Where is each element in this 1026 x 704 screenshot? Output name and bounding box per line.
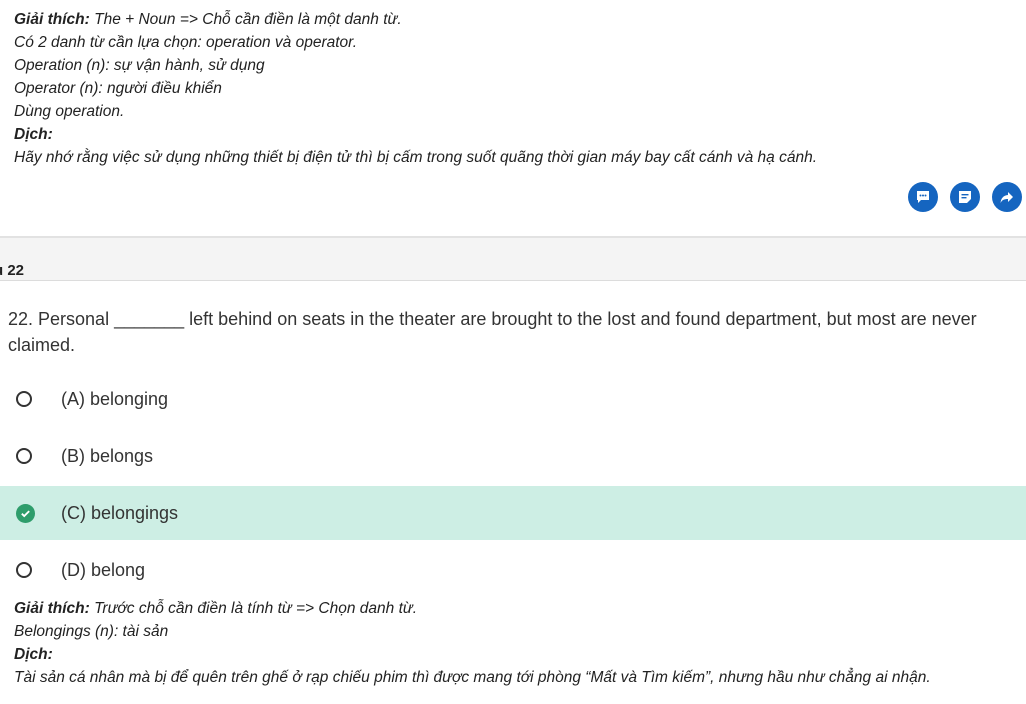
option-label: (C) belongings <box>61 502 179 523</box>
explanation-intro: Giải thích: The + Noun => Chỗ cần điền l… <box>14 8 817 31</box>
radio-icon[interactable] <box>16 448 32 464</box>
option-label: (A) belonging <box>61 388 169 409</box>
question-text: 22. Personal _______ left behind on seat… <box>8 309 977 355</box>
explanation-bottom: Giải thích: Trước chỗ cần điền là tính t… <box>14 597 931 689</box>
option-label: (B) belongs <box>61 445 154 466</box>
comment-button[interactable] <box>908 182 938 212</box>
comment-icon <box>917 191 929 203</box>
explanation-label: Giải thích: <box>14 11 90 28</box>
translation-label: Dịch: <box>14 646 53 663</box>
question-header: u 22 <box>0 238 1026 281</box>
option-a[interactable]: (A) belonging <box>0 372 1026 426</box>
question-number-title: u 22 <box>0 262 25 279</box>
radio-icon[interactable] <box>16 391 32 407</box>
explanation-line: Belongings (n): tài sản <box>14 623 169 640</box>
action-buttons <box>908 182 1022 212</box>
explanation-text: The + Noun => Chỗ cần điền là một danh t… <box>89 11 402 28</box>
translation-label: Dịch: <box>14 126 53 143</box>
translation-text: Tài sản cá nhân mà bị để quên trên ghế ở… <box>14 669 931 686</box>
explanation-top: Giải thích: The + Noun => Chỗ cần điền l… <box>14 8 817 169</box>
option-label: (D) belong <box>61 559 146 580</box>
share-button[interactable] <box>992 182 1022 212</box>
check-circle-icon[interactable] <box>16 504 35 523</box>
option-b[interactable]: (B) belongs <box>0 429 1026 483</box>
note-button[interactable] <box>950 182 980 212</box>
explanation-label: Giải thích: <box>14 600 90 617</box>
option-c[interactable]: (C) belongings <box>0 486 1026 540</box>
translation-text: Hãy nhớ rằng việc sử dụng những thiết bị… <box>14 149 818 166</box>
explanation-text: Trước chỗ cần điền là tính từ => Chọn da… <box>89 600 417 617</box>
explanation-line: Operation (n): sự vận hành, sử dụng <box>14 57 265 74</box>
explanation-intro: Giải thích: Trước chỗ cần điền là tính t… <box>14 597 931 620</box>
explanation-line: Operator (n): người điều khiển <box>14 80 222 97</box>
note-icon <box>959 191 971 203</box>
option-d[interactable]: (D) belong <box>0 543 1026 597</box>
radio-icon[interactable] <box>16 562 32 578</box>
share-icon <box>1000 192 1013 203</box>
explanation-line: Dùng operation. <box>14 103 125 120</box>
explanation-line: Có 2 danh từ cần lựa chọn: operation và … <box>14 34 358 51</box>
